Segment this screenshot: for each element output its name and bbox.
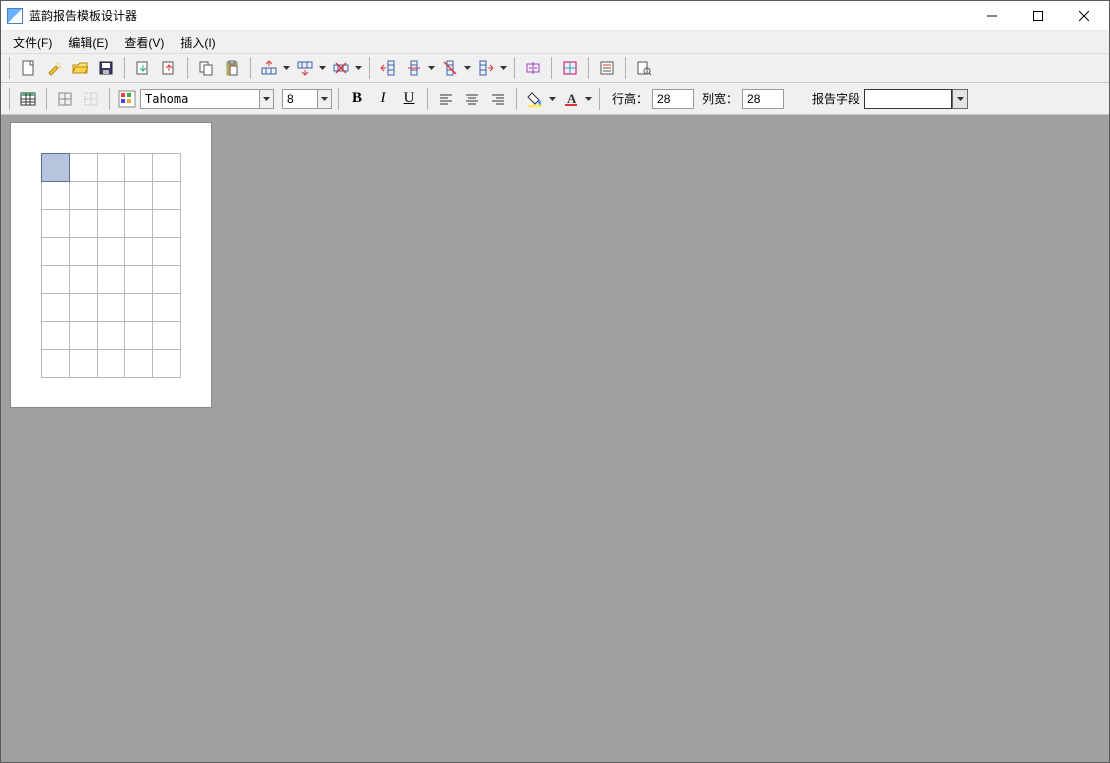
- menu-file[interactable]: 文件(F): [5, 32, 60, 53]
- new-button[interactable]: [16, 56, 40, 80]
- grid-cell[interactable]: [153, 322, 181, 350]
- font-name-select[interactable]: Tahoma: [140, 89, 274, 109]
- grid-dots-icon[interactable]: [79, 87, 103, 111]
- grid-cell[interactable]: [125, 294, 153, 322]
- grid-cell[interactable]: [69, 350, 97, 378]
- grid-cell[interactable]: [153, 238, 181, 266]
- grid-cell[interactable]: [42, 322, 70, 350]
- wizard-button[interactable]: [42, 56, 66, 80]
- borders-button[interactable]: [558, 56, 582, 80]
- grid-cell[interactable]: [42, 294, 70, 322]
- copy-button[interactable]: [194, 56, 218, 80]
- row-height-input[interactable]: 28: [652, 89, 694, 109]
- grid-cell[interactable]: [69, 322, 97, 350]
- grid-cell[interactable]: [42, 182, 70, 210]
- preview-button[interactable]: [632, 56, 656, 80]
- insert-col-left-button[interactable]: [376, 56, 400, 80]
- save-button[interactable]: [94, 56, 118, 80]
- grid-cell[interactable]: [97, 154, 125, 182]
- menu-edit[interactable]: 编辑(E): [60, 32, 116, 53]
- report-field-label: 报告字段: [806, 90, 862, 107]
- insert-col-button[interactable]: [402, 56, 436, 80]
- grid-cell[interactable]: [125, 350, 153, 378]
- grid-cell[interactable]: [42, 350, 70, 378]
- grid-cell[interactable]: [42, 210, 70, 238]
- export-button[interactable]: [157, 56, 181, 80]
- paste-button[interactable]: [220, 56, 244, 80]
- import-button[interactable]: [131, 56, 155, 80]
- grid-cell[interactable]: [125, 266, 153, 294]
- grid-cell[interactable]: [153, 182, 181, 210]
- grid-cell[interactable]: [69, 238, 97, 266]
- minimize-button[interactable]: [969, 1, 1015, 31]
- toolbar-format: Tahoma 8 B I U A 行高： 28 列宽： 28 报告字段: [1, 83, 1109, 115]
- report-field-value: [864, 89, 952, 109]
- align-center-button[interactable]: [460, 87, 484, 111]
- grid-cell[interactable]: [42, 154, 70, 182]
- grid-cell[interactable]: [42, 238, 70, 266]
- insert-row-above-button[interactable]: [257, 56, 291, 80]
- row-height-label: 行高：: [606, 90, 650, 107]
- grid-cell[interactable]: [69, 182, 97, 210]
- grid-borders-icon[interactable]: [53, 87, 77, 111]
- report-page[interactable]: [11, 123, 211, 407]
- grid-cell[interactable]: [125, 210, 153, 238]
- font-palette-icon: [116, 88, 138, 110]
- grid-cell[interactable]: [97, 294, 125, 322]
- col-width-input[interactable]: 28: [742, 89, 784, 109]
- grid-cell[interactable]: [125, 154, 153, 182]
- grid-cell[interactable]: [125, 322, 153, 350]
- grid-cell[interactable]: [97, 350, 125, 378]
- grid-cell[interactable]: [153, 154, 181, 182]
- delete-col-button[interactable]: [438, 56, 472, 80]
- insert-row-below-button[interactable]: [293, 56, 327, 80]
- font-name-value: Tahoma: [140, 89, 260, 109]
- grid-cell[interactable]: [97, 322, 125, 350]
- report-field-select[interactable]: [864, 89, 968, 109]
- font-size-select[interactable]: 8: [282, 89, 332, 109]
- merge-cells-button[interactable]: [521, 56, 545, 80]
- align-right-button[interactable]: [486, 87, 510, 111]
- canvas-area[interactable]: [1, 115, 1109, 762]
- underline-button[interactable]: U: [397, 87, 421, 111]
- title-bar: 蓝韵报告模板设计器: [1, 1, 1109, 31]
- report-grid[interactable]: [41, 153, 181, 378]
- col-action-button[interactable]: [474, 56, 508, 80]
- col-width-label: 列宽：: [696, 90, 740, 107]
- properties-button[interactable]: [595, 56, 619, 80]
- align-left-button[interactable]: [434, 87, 458, 111]
- menu-bar: 文件(F) 编辑(E) 查看(V) 插入(I): [1, 31, 1109, 53]
- window-title: 蓝韵报告模板设计器: [29, 7, 137, 24]
- open-button[interactable]: [68, 56, 92, 80]
- table-grid-icon[interactable]: [16, 87, 40, 111]
- grid-cell[interactable]: [69, 266, 97, 294]
- app-icon: [7, 8, 23, 24]
- grid-cell[interactable]: [69, 154, 97, 182]
- bold-button[interactable]: B: [345, 87, 369, 111]
- grid-cell[interactable]: [97, 182, 125, 210]
- font-color-button[interactable]: A: [559, 87, 593, 111]
- grid-cell[interactable]: [153, 294, 181, 322]
- grid-cell[interactable]: [153, 350, 181, 378]
- font-size-value: 8: [282, 89, 318, 109]
- grid-cell[interactable]: [153, 266, 181, 294]
- toolbar-main: [1, 53, 1109, 83]
- grid-cell[interactable]: [153, 210, 181, 238]
- menu-insert[interactable]: 插入(I): [172, 32, 223, 53]
- close-button[interactable]: [1061, 1, 1107, 31]
- grid-cell[interactable]: [125, 182, 153, 210]
- menu-view[interactable]: 查看(V): [116, 32, 172, 53]
- grid-cell[interactable]: [97, 210, 125, 238]
- grid-cell[interactable]: [69, 210, 97, 238]
- delete-row-button[interactable]: [329, 56, 363, 80]
- grid-cell[interactable]: [69, 294, 97, 322]
- grid-cell[interactable]: [97, 238, 125, 266]
- maximize-button[interactable]: [1015, 1, 1061, 31]
- grid-cell[interactable]: [125, 238, 153, 266]
- fill-color-button[interactable]: [523, 87, 557, 111]
- grid-cell[interactable]: [42, 266, 70, 294]
- italic-button[interactable]: I: [371, 87, 395, 111]
- svg-text:A: A: [567, 91, 577, 106]
- grid-cell[interactable]: [97, 266, 125, 294]
